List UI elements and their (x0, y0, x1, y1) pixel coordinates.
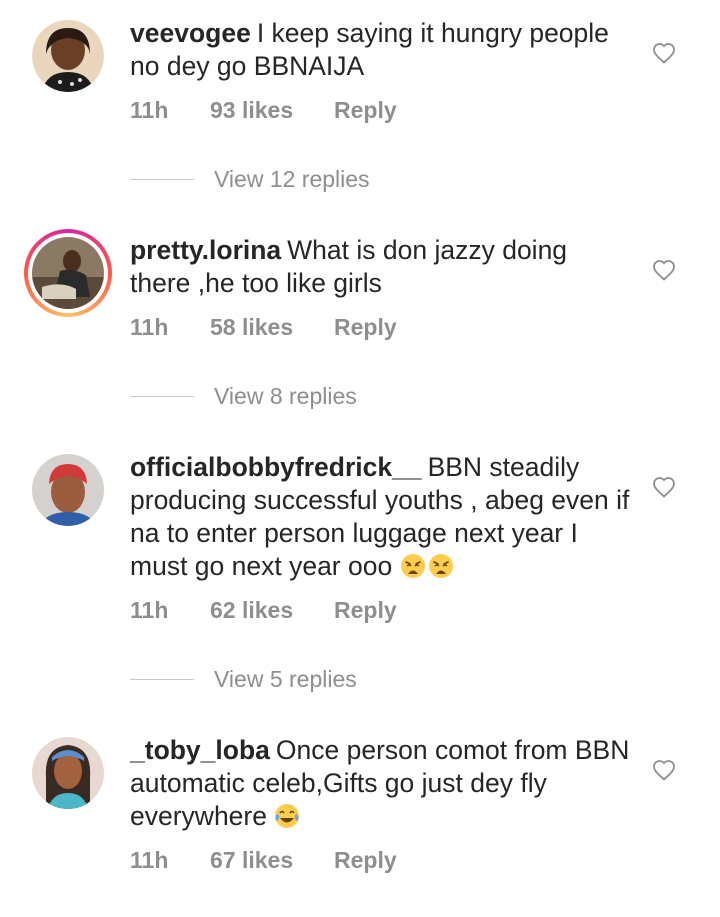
weary-face-icon (400, 554, 425, 578)
replies-divider-line (130, 178, 194, 181)
comment-time: 11h (130, 314, 169, 340)
avatar[interactable] (32, 20, 104, 92)
heart-icon[interactable] (652, 759, 676, 781)
comment-meta: 11h 93 likes Reply (130, 97, 397, 124)
comment-meta: 11h 67 likes Reply (130, 847, 397, 874)
comment-body: veevogee I keep saying it hungry people n… (130, 17, 630, 83)
view-replies-label: View 8 replies (214, 383, 357, 409)
view-replies-button[interactable]: View 8 replies (130, 383, 357, 410)
likes-count[interactable]: 93 likes (210, 97, 334, 124)
comment-body: _toby_loba Once person comot from BBN aut… (130, 734, 630, 833)
comment-username[interactable]: officialbobbyfredrick__ (130, 452, 422, 482)
comment-username[interactable]: pretty.lorina (130, 235, 281, 265)
avatar (32, 237, 104, 309)
avatar[interactable] (32, 737, 104, 809)
heart-icon[interactable] (652, 259, 676, 281)
replies-divider-line (130, 678, 194, 681)
weary-face-icon (428, 554, 453, 578)
comment-time: 11h (130, 847, 169, 873)
comment-username[interactable]: _toby_loba (130, 735, 270, 765)
comment-meta: 11h 58 likes Reply (130, 314, 397, 341)
comment-time: 11h (130, 97, 169, 123)
view-replies-button[interactable]: View 12 replies (130, 166, 370, 193)
comment-body: pretty.lorina What is don jazzy doing the… (130, 234, 630, 300)
reply-button[interactable]: Reply (334, 847, 397, 874)
comment-time: 11h (130, 597, 169, 623)
avatar-story-ring[interactable] (24, 229, 112, 317)
heart-icon[interactable] (652, 476, 676, 498)
replies-divider-line (130, 395, 194, 398)
likes-count[interactable]: 58 likes (210, 314, 334, 341)
tears-of-joy-face-icon (275, 804, 300, 828)
comment-meta: 11h 62 likes Reply (130, 597, 397, 624)
comment-username[interactable]: veevogee (130, 18, 251, 48)
comment-body: officialbobbyfredrick__ BBN steadily prod… (130, 451, 630, 583)
view-replies-button[interactable]: View 5 replies (130, 666, 357, 693)
reply-button[interactable]: Reply (334, 314, 397, 341)
heart-icon[interactable] (652, 42, 676, 64)
likes-count[interactable]: 62 likes (210, 597, 334, 624)
likes-count[interactable]: 67 likes (210, 847, 334, 874)
reply-button[interactable]: Reply (334, 597, 397, 624)
avatar[interactable] (32, 454, 104, 526)
view-replies-label: View 5 replies (214, 666, 357, 692)
view-replies-label: View 12 replies (214, 166, 370, 192)
reply-button[interactable]: Reply (334, 97, 397, 124)
